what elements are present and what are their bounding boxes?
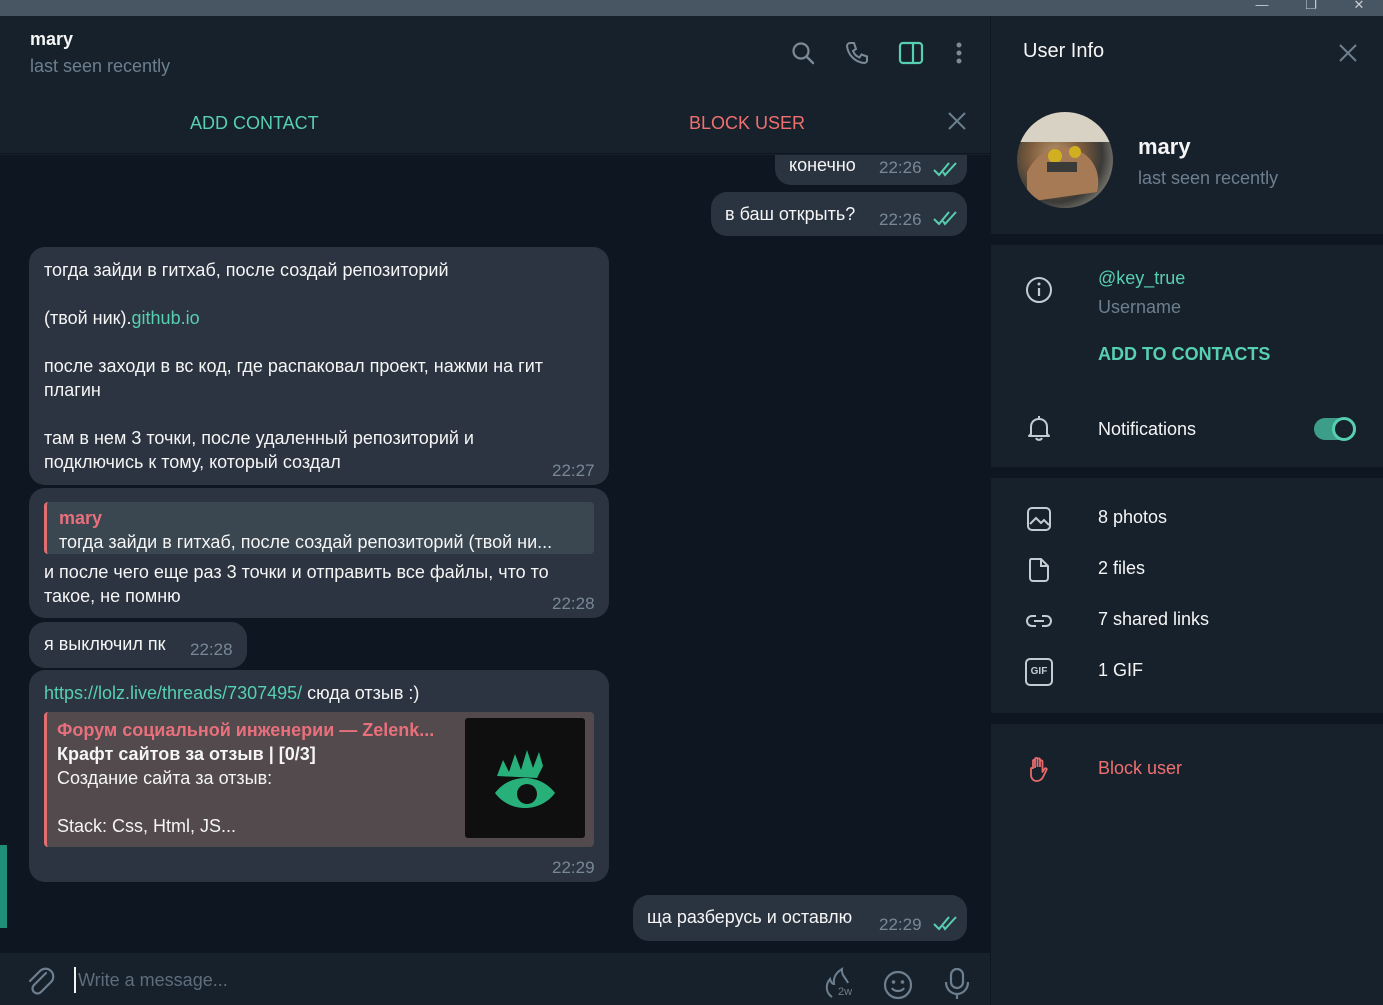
- minimize-icon[interactable]: —: [1252, 0, 1272, 13]
- notifications-toggle[interactable]: [1314, 417, 1356, 441]
- message-bubble-outgoing[interactable]: конечно 22:26: [775, 155, 967, 185]
- block-user-button[interactable]: BLOCK USER: [689, 113, 805, 134]
- message-bubble-incoming[interactable]: я выключил пк 22:28: [29, 622, 247, 668]
- section-divider: [991, 234, 1383, 245]
- message-link[interactable]: github.io: [132, 308, 200, 328]
- message-text-line: тогда зайди в гитхаб, после создай репоз…: [44, 260, 449, 280]
- user-info-panel: User Info mary last seen recently @key_t…: [990, 16, 1383, 1005]
- message-text-segment: (твой ник).: [44, 308, 132, 328]
- message-text-line: там в нем 3 точки, после удаленный репоз…: [44, 428, 474, 448]
- username-label: Username: [1098, 297, 1182, 317]
- avatar[interactable]: [1017, 112, 1113, 208]
- peer-name[interactable]: mary: [30, 29, 73, 50]
- read-checkmark-icon: [933, 916, 957, 931]
- gif-icon: GIF: [1025, 658, 1053, 686]
- profile-status: last seen recently: [1138, 168, 1279, 188]
- message-text-segment: сюда отзыв :): [302, 683, 420, 703]
- close-icon[interactable]: [946, 110, 968, 132]
- preview-thumbnail: [465, 718, 585, 838]
- message-time: 22:28: [190, 640, 233, 659]
- username-value[interactable]: @key_true: [1098, 268, 1185, 289]
- message-time: 22:29: [879, 915, 922, 934]
- file-icon: [1029, 558, 1049, 582]
- maximize-icon[interactable]: ❐: [1301, 0, 1321, 13]
- message-time: 22:26: [879, 158, 922, 177]
- preview-description: Stack: Css, Html, JS...: [57, 816, 237, 836]
- message-bubble-incoming[interactable]: https://lolz.live/threads/7307495/ сюда …: [29, 670, 609, 882]
- notifications-label: Notifications: [1098, 419, 1197, 439]
- read-checkmark-icon: [933, 211, 957, 226]
- info-icon: [1026, 277, 1052, 303]
- contact-action-bar: ADD CONTACT BLOCK USER: [0, 92, 990, 154]
- message-text: в баш открыть?: [725, 204, 856, 224]
- close-window-icon[interactable]: ✕: [1349, 0, 1369, 13]
- shared-photos-item[interactable]: 8 photos: [1098, 507, 1167, 528]
- message-bubble-outgoing[interactable]: ща разберусь и оставлю 22:29: [633, 895, 967, 941]
- message-text-line: плагин: [44, 380, 101, 400]
- message-text: я выключил пк: [44, 634, 166, 654]
- message-text-line: после заходи в вс код, где распаковал пр…: [44, 356, 543, 376]
- add-to-contacts-button[interactable]: ADD TO CONTACTS: [1098, 344, 1270, 365]
- panel-title: User Info: [1023, 40, 1105, 62]
- reply-author: mary: [59, 508, 103, 528]
- link-icon: [1025, 615, 1053, 627]
- shared-gifs-item[interactable]: 1 GIF: [1098, 660, 1143, 681]
- message-time: 22:26: [879, 210, 922, 229]
- link-preview[interactable]: Форум социальной инженерии — Zelenk... К…: [44, 712, 594, 847]
- message-text-line: подключись к тому, который создал: [44, 452, 341, 472]
- window-titlebar: — ❐ ✕: [0, 0, 1383, 16]
- block-user-item[interactable]: Block user: [1098, 758, 1182, 779]
- message-time: 22:29: [552, 858, 595, 877]
- preview-description: Создание сайта за отзыв:: [57, 768, 273, 788]
- close-panel-icon[interactable]: [1337, 42, 1359, 64]
- section-divider: [991, 713, 1383, 724]
- photo-icon: [1027, 507, 1051, 531]
- reply-quote[interactable]: mary тогда зайди в гитхаб, после создай …: [44, 502, 594, 554]
- unread-indicator: [0, 845, 7, 928]
- avatar-photo: [1017, 112, 1113, 202]
- add-contact-button[interactable]: ADD CONTACT: [190, 113, 319, 134]
- peer-status: last seen recently: [30, 56, 171, 76]
- message-composer: 2w: [0, 953, 990, 1005]
- message-text-line: https://lolz.live/threads/7307495/ сюда …: [44, 681, 419, 705]
- toggle-knob: [1332, 417, 1356, 441]
- eye-logo-icon: [495, 750, 555, 808]
- preview-title: Крафт сайтов за отзыв | [0/3]: [57, 744, 316, 764]
- chat-header[interactable]: mary last seen recently: [0, 16, 990, 92]
- read-checkmark-icon: [933, 162, 957, 177]
- message-input[interactable]: [74, 967, 774, 993]
- reply-text: тогда зайди в гитхаб, после создай репоз…: [59, 532, 553, 552]
- shared-links-item[interactable]: 7 shared links: [1098, 609, 1209, 630]
- section-divider: [991, 467, 1383, 478]
- emoji-icon[interactable]: [882, 969, 914, 1001]
- sidebar-toggle-icon[interactable]: [898, 40, 924, 66]
- preview-site-name: Форум социальной инженерии — Zelenk...: [57, 720, 435, 740]
- message-history[interactable]: конечно 22:26 в баш открыть? 22:26 тогда…: [7, 155, 990, 953]
- microphone-icon[interactable]: [942, 967, 972, 1001]
- message-bubble-outgoing[interactable]: в баш открыть? 22:26: [711, 192, 967, 236]
- block-hand-icon: [1030, 756, 1048, 782]
- more-menu-icon[interactable]: [946, 40, 972, 66]
- self-destruct-timer-button[interactable]: 2w: [822, 967, 856, 1001]
- message-bubble-incoming[interactable]: тогда зайди в гитхаб, после создай репоз…: [29, 247, 609, 485]
- message-time: 22:28: [552, 594, 595, 613]
- message-link[interactable]: https://lolz.live/threads/7307495/: [44, 683, 302, 703]
- profile-name: mary: [1138, 134, 1191, 159]
- message-bubble-incoming[interactable]: mary тогда зайди в гитхаб, после создай …: [29, 488, 609, 618]
- message-text: ща разберусь и оставлю: [647, 907, 853, 927]
- search-icon[interactable]: [790, 40, 816, 66]
- bell-icon: [1028, 416, 1050, 441]
- attach-icon[interactable]: [24, 965, 56, 997]
- timer-label: 2w: [838, 986, 853, 998]
- phone-icon[interactable]: [844, 40, 870, 66]
- message-text: конечно: [789, 155, 856, 175]
- message-text-line: (твой ник).github.io: [44, 306, 200, 330]
- message-text-line: такое, не помню: [44, 586, 181, 606]
- message-time: 22:27: [552, 461, 595, 480]
- message-text-line: и после чего еще раз 3 точки и отправить…: [44, 562, 549, 582]
- shared-files-item[interactable]: 2 files: [1098, 558, 1145, 579]
